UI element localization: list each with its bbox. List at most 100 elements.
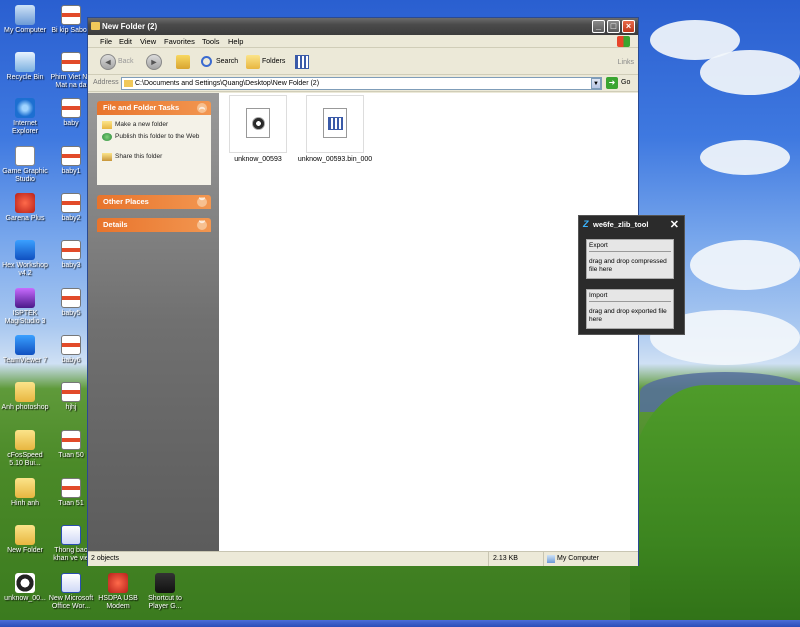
other-places-header[interactable]: Other Places ︾ — [97, 195, 211, 209]
file-icon — [15, 573, 35, 593]
desktop-icon-teamviewer[interactable]: TeamViewer 7 — [1, 335, 49, 365]
folder-icon — [15, 430, 35, 450]
grid-file-icon — [328, 117, 343, 130]
doc-icon — [61, 5, 81, 25]
import-caption: Import — [589, 292, 671, 302]
task-share-folder[interactable]: Share this folder — [102, 153, 162, 161]
doc-icon — [61, 98, 81, 118]
search-icon[interactable] — [201, 56, 212, 67]
task-label: Publish this folder to the Web — [115, 133, 200, 140]
collapse-chevron-icon[interactable]: ︽ — [197, 103, 207, 113]
desktop-icon-hinh-anh[interactable]: Hinh anh — [1, 478, 49, 508]
title-bar[interactable]: New Folder (2) _ □ × — [88, 18, 638, 35]
desktop-icon-hex-workshop[interactable]: Hex Workshop v4.2 — [1, 240, 49, 278]
menu-favorites[interactable]: Favorites — [164, 37, 195, 46]
forward-arrow-icon[interactable]: ► — [146, 54, 162, 70]
address-input[interactable]: C:\Documents and Settings\Quang\Desktop\… — [121, 77, 602, 90]
file-thumbnail — [229, 95, 287, 153]
desktop-icon-recycle-bin[interactable]: Recycle Bin — [1, 52, 49, 82]
go-button-label[interactable]: Go — [621, 79, 630, 86]
file-folder-tasks-header[interactable]: File and Folder Tasks ︽ — [97, 101, 211, 115]
icon-label: Internet Explorer — [11, 120, 39, 135]
icon-label: Thong bao khan ve vie — [53, 547, 89, 562]
maximize-button[interactable]: □ — [607, 20, 620, 33]
folder-icon — [15, 478, 35, 498]
desktop-icon-unknow-file[interactable]: unknow_00... — [1, 573, 49, 603]
back-arrow-icon[interactable]: ◄ — [100, 54, 116, 70]
import-drop-zone[interactable]: Import drag and drop exported file here — [586, 289, 674, 329]
expand-chevron-icon[interactable]: ︾ — [197, 197, 207, 207]
task-publish-web[interactable]: Publish this folder to the Web — [102, 133, 202, 141]
folder-icon — [15, 382, 35, 402]
task-make-new-folder[interactable]: Make a new folder — [102, 121, 168, 129]
globe-file-icon — [252, 117, 265, 130]
app-icon — [15, 146, 35, 166]
icon-label: New Folder — [7, 547, 43, 554]
tool-title-bar[interactable]: Z we6fe_zlib_tool ✕ — [579, 216, 684, 234]
taskbar[interactable] — [0, 620, 800, 627]
icon-label: baby2 — [61, 215, 81, 222]
folders-button-label[interactable]: Folders — [262, 58, 285, 65]
icon-label: unknow_00... — [4, 595, 46, 602]
menu-help[interactable]: Help — [228, 37, 243, 46]
expand-chevron-icon[interactable]: ︾ — [197, 220, 207, 230]
import-instructions: drag and drop exported file here — [589, 308, 667, 323]
doc-icon — [61, 478, 81, 498]
details-header[interactable]: Details ︾ — [97, 218, 211, 232]
windows-logo-icon — [617, 36, 630, 47]
icon-label: Bi kip Sabon — [51, 27, 91, 34]
menu-view[interactable]: View — [140, 37, 156, 46]
status-size: 2.13 KB — [488, 552, 540, 566]
file-item[interactable]: unknow_00593 — [227, 95, 289, 163]
search-button-label[interactable]: Search — [216, 58, 238, 65]
desktop-icon-garena-plus[interactable]: Garena Plus — [1, 193, 49, 223]
modem-icon — [108, 573, 128, 593]
icon-label: Hinh anh — [10, 500, 40, 507]
desktop-icon-ie[interactable]: Internet Explorer — [1, 98, 49, 136]
share-folder-icon — [102, 153, 112, 161]
desktop-icon-new-folder[interactable]: New Folder — [1, 525, 49, 555]
icon-label: baby1 — [61, 168, 81, 175]
desktop-icon-player-shortcut[interactable]: Shortcut to Player G... — [141, 573, 189, 611]
up-folder-icon[interactable] — [176, 55, 190, 69]
desktop-icon-cfosspeed[interactable]: cFosSpeed 5.10 Bui... — [1, 430, 49, 468]
address-bar: Address C:\Documents and Settings\Quang\… — [88, 75, 638, 92]
file-view[interactable]: unknow_00593 unknow_00593.bin_000 — [219, 93, 638, 551]
address-dropdown-icon[interactable]: ▼ — [591, 78, 601, 89]
back-button-label[interactable]: Back — [118, 58, 134, 65]
export-drop-zone[interactable]: Export drag and drop compressed file her… — [586, 239, 674, 279]
doc-icon — [61, 52, 81, 72]
zlib-tool-window[interactable]: Z we6fe_zlib_tool ✕ Export drag and drop… — [578, 215, 685, 335]
minimize-button[interactable]: _ — [592, 20, 605, 33]
icon-label: Phim Viet N - Mat na da — [50, 74, 92, 89]
desktop-icon-anh-photoshop[interactable]: Anh photoshop — [1, 382, 49, 412]
icon-label: Hex Workshop v4.2 — [2, 262, 48, 277]
icon-label: baby6 — [61, 357, 81, 364]
desktop-icon-my-computer[interactable]: My Computer — [1, 5, 49, 35]
close-button[interactable]: × — [622, 20, 635, 33]
zlib-app-icon: Z — [583, 219, 589, 229]
icon-label: ISPTEK MagiStudio 3 — [4, 310, 46, 325]
toolbar: ◄ Back ► Search Folders — [88, 49, 638, 75]
task-pane: File and Folder Tasks ︽ Make a new folde… — [88, 93, 219, 551]
file-folder-tasks-body: Make a new folder Publish this folder to… — [97, 115, 211, 185]
address-label: Address — [93, 79, 119, 86]
section-title: Other Places — [103, 197, 149, 206]
file-item[interactable]: unknow_00593.bin_000 — [293, 95, 377, 163]
views-icon[interactable] — [295, 55, 309, 69]
go-arrow-icon[interactable]: ➜ — [606, 77, 618, 89]
desktop-icon-magistudio[interactable]: ISPTEK MagiStudio 3 — [1, 288, 49, 326]
icon-label: Tuan 51 — [58, 500, 84, 507]
menu-edit[interactable]: Edit — [119, 37, 132, 46]
desktop-icon-new-office-doc[interactable]: New Microsoft Office Wor... — [47, 573, 95, 611]
cloud — [700, 140, 790, 175]
icon-label: hjhj — [65, 404, 77, 411]
menu-file[interactable]: File — [100, 37, 112, 46]
menu-tools[interactable]: Tools — [202, 37, 220, 46]
links-label[interactable]: Links — [618, 59, 634, 66]
desktop-icon-hsdpa-modem[interactable]: HSDPA USB Modem — [94, 573, 142, 611]
close-icon[interactable]: ✕ — [670, 218, 679, 232]
explorer-window[interactable]: New Folder (2) _ □ × File Edit View Favo… — [87, 17, 639, 566]
folders-icon[interactable] — [246, 55, 260, 69]
desktop-icon-game-graphic-studio[interactable]: Game Graphic Studio — [1, 146, 49, 184]
